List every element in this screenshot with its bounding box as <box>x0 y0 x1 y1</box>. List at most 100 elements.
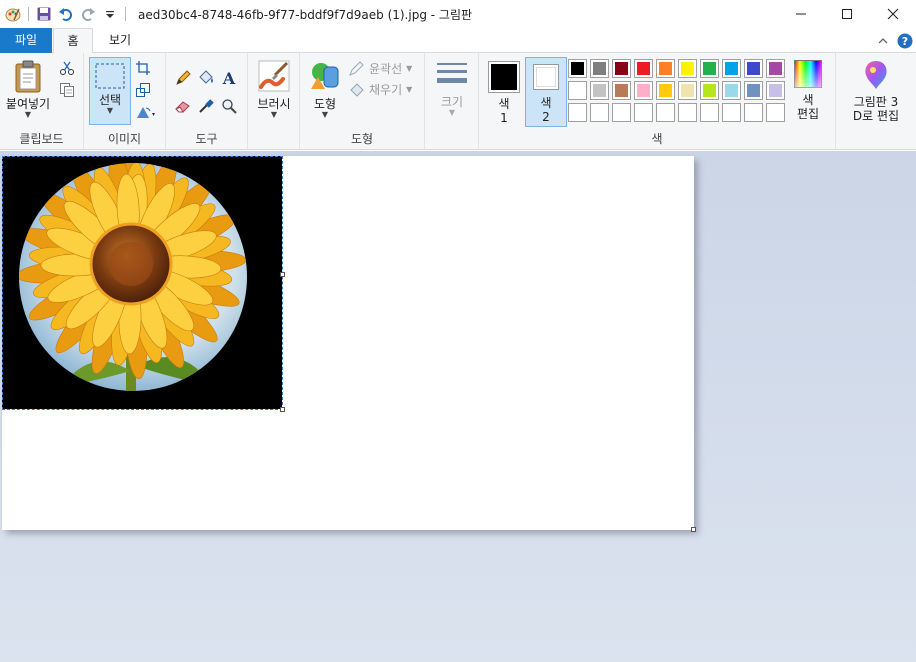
paste-button[interactable]: 붙여넣기 ▼ <box>2 57 54 127</box>
color-swatch-fill <box>681 106 694 119</box>
save-icon[interactable] <box>35 5 53 23</box>
color-swatch[interactable] <box>568 59 587 78</box>
crop-icon[interactable] <box>134 59 152 77</box>
outline-button[interactable]: 윤곽선 ▼ <box>348 60 412 77</box>
chevron-down-icon: ▼ <box>270 110 278 119</box>
customize-toolbar-icon[interactable] <box>101 5 119 23</box>
color-swatch[interactable] <box>634 103 653 122</box>
tab-view[interactable]: 보기 <box>98 28 142 53</box>
svg-text:A: A <box>222 70 236 86</box>
color-swatch[interactable] <box>656 59 675 78</box>
colors-group-label: 색 <box>651 132 663 146</box>
canvas-resize-handle[interactable] <box>691 527 696 532</box>
color-swatch[interactable] <box>634 59 653 78</box>
color-swatch-fill <box>593 106 606 119</box>
color-swatch[interactable] <box>766 59 785 78</box>
tab-file[interactable]: 파일 <box>0 28 52 53</box>
redo-icon[interactable] <box>79 5 97 23</box>
color-swatch[interactable] <box>656 103 675 122</box>
quick-access-toolbar <box>0 0 132 28</box>
paste-icon <box>15 60 41 93</box>
color2-button[interactable]: 색 2 <box>525 57 567 127</box>
collapse-ribbon-icon[interactable] <box>872 28 894 53</box>
color-swatch[interactable] <box>766 81 785 100</box>
color-swatch[interactable] <box>568 81 587 100</box>
brushes-group: 브러시 ▼ <box>248 53 300 150</box>
resize-icon[interactable] <box>134 81 152 99</box>
selection-handle[interactable] <box>280 272 285 277</box>
color-swatch[interactable] <box>612 59 631 78</box>
chevron-down-icon: ▼ <box>406 85 413 94</box>
close-button[interactable] <box>870 0 916 28</box>
color-swatch[interactable] <box>744 103 763 122</box>
tab-home[interactable]: 홈 <box>53 28 93 54</box>
brushes-label: 브러시 <box>257 97 291 111</box>
color-swatch[interactable] <box>744 59 763 78</box>
color-swatch[interactable] <box>700 81 719 100</box>
color-swatch[interactable] <box>656 81 675 100</box>
maximize-button[interactable] <box>824 0 870 28</box>
color-picker-icon[interactable] <box>197 97 215 115</box>
size-label: 크기 <box>440 95 464 109</box>
color-swatch[interactable] <box>634 81 653 100</box>
magnifier-icon[interactable] <box>220 97 238 115</box>
cut-icon[interactable] <box>58 59 76 77</box>
help-icon[interactable]: ? <box>894 28 916 53</box>
select-icon <box>95 63 125 89</box>
color-swatch[interactable] <box>590 81 609 100</box>
brush-icon <box>258 60 290 92</box>
minimize-button[interactable] <box>778 0 824 28</box>
paint3d-label2: D로 편집 <box>852 109 900 123</box>
color-swatch[interactable] <box>700 103 719 122</box>
rotate-icon[interactable] <box>134 103 158 121</box>
tools-group: A 도구 <box>166 53 248 150</box>
eraser-icon[interactable] <box>174 97 192 115</box>
color-swatch[interactable] <box>700 59 719 78</box>
color-swatch[interactable] <box>766 103 785 122</box>
color-swatch[interactable] <box>744 81 763 100</box>
color-swatch[interactable] <box>612 81 631 100</box>
color-swatch-fill <box>747 106 760 119</box>
select-button[interactable]: 선택 ▼ <box>89 57 131 125</box>
size-button[interactable]: 크기 ▼ <box>429 57 475 127</box>
brushes-button[interactable]: 브러시 ▼ <box>252 57 296 127</box>
drawing-canvas[interactable] <box>2 156 696 532</box>
clipboard-group: 붙여넣기 ▼ 클립보드 <box>0 53 84 150</box>
edit-with-paint3d-button[interactable]: 그림판 3 D로 편집 <box>838 57 914 131</box>
color1-swatch <box>488 61 520 93</box>
color-swatch[interactable] <box>678 59 697 78</box>
color-swatch[interactable] <box>590 103 609 122</box>
color-swatch[interactable] <box>678 81 697 100</box>
pencil-icon[interactable] <box>174 69 192 87</box>
color-swatch[interactable] <box>722 81 741 100</box>
paint-app-icon[interactable] <box>4 5 22 23</box>
selection-handle[interactable] <box>280 407 285 412</box>
copy-icon[interactable] <box>58 81 76 99</box>
color-swatch[interactable] <box>568 103 587 122</box>
color-swatch-fill <box>681 84 694 97</box>
color-swatch-fill <box>725 106 738 119</box>
selection-rectangle[interactable] <box>2 156 283 410</box>
color-swatch-fill <box>659 106 672 119</box>
fill-button[interactable]: 채우기 ▼ <box>348 81 412 98</box>
color-swatch[interactable] <box>678 103 697 122</box>
text-tool-icon[interactable]: A <box>220 69 238 87</box>
color-swatch-fill <box>571 84 584 97</box>
color-swatch[interactable] <box>722 103 741 122</box>
color1-button[interactable]: 색 1 <box>484 57 524 127</box>
shapes-button[interactable]: 도형 ▼ <box>304 57 346 127</box>
window-title: aed30bc4-8748-46fb-9f77-bddf9f7d9aeb (1)… <box>138 7 473 22</box>
title-bar: aed30bc4-8748-46fb-9f77-bddf9f7d9aeb (1)… <box>0 0 916 28</box>
color-swatch[interactable] <box>590 59 609 78</box>
color1-fill <box>491 64 517 90</box>
color-swatch-fill <box>615 84 628 97</box>
undo-icon[interactable] <box>57 5 75 23</box>
fill-bucket-icon[interactable] <box>197 69 215 87</box>
color-swatch[interactable] <box>722 59 741 78</box>
shapes-label: 도형 <box>313 97 337 111</box>
edit-colors-button[interactable]: 색 편집 <box>788 57 828 131</box>
color-swatch-fill <box>571 106 584 119</box>
color-swatch-fill <box>637 84 650 97</box>
color-swatch-fill <box>747 84 760 97</box>
color-swatch[interactable] <box>612 103 631 122</box>
